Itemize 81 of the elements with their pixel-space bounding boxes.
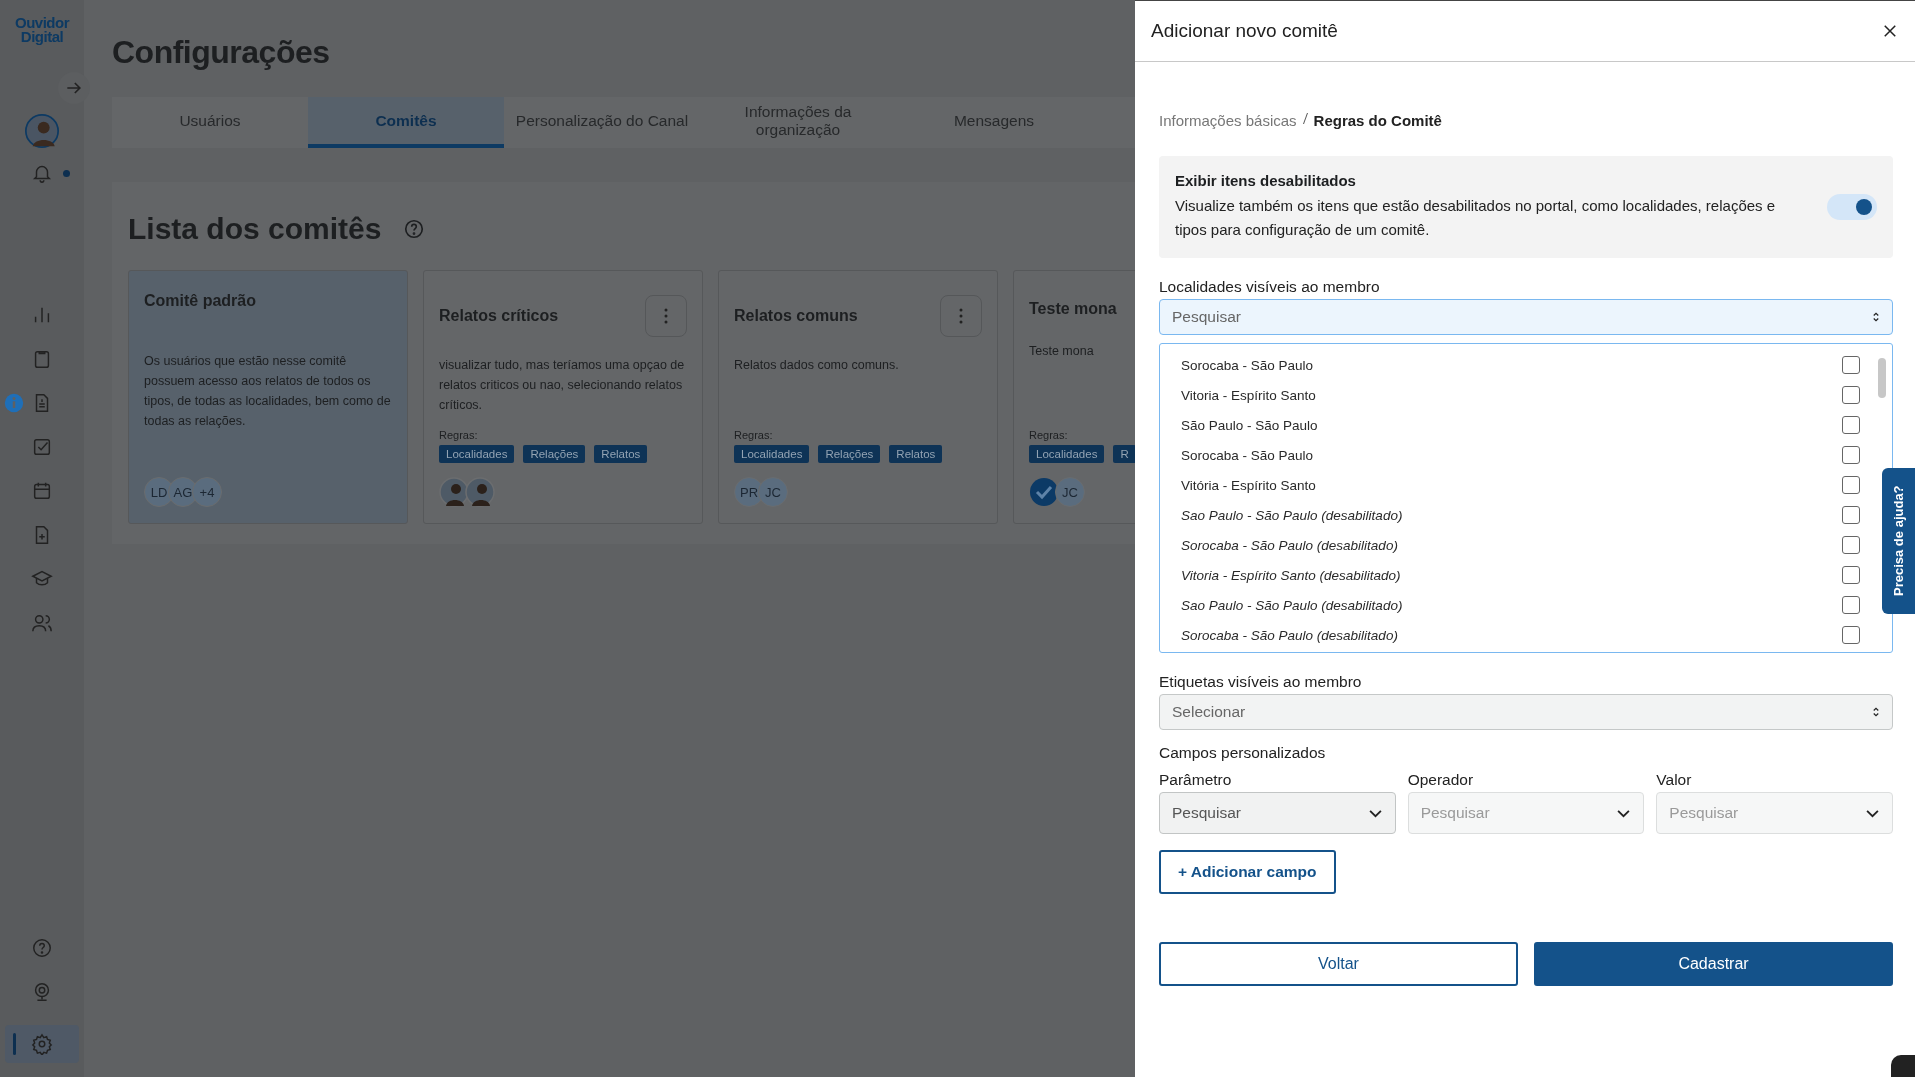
close-icon[interactable] <box>1881 22 1899 40</box>
page-title: Configurações <box>112 34 331 71</box>
rules-label: Regras: <box>439 429 479 441</box>
more-button[interactable] <box>645 295 687 337</box>
user-avatar[interactable] <box>25 114 59 148</box>
rule-tag: Localidades <box>1029 445 1105 463</box>
location-option[interactable]: Sorocaba - São Paulo <box>1181 357 1314 373</box>
select-field[interactable]: Pesquisar <box>1159 792 1396 834</box>
kebab-icon <box>959 308 963 324</box>
breadcrumb-item[interactable]: Informações básicas <box>1159 112 1297 129</box>
rule-tag: Localidades <box>439 445 515 463</box>
chevron-down-icon <box>1367 808 1383 818</box>
card-title: Comitê padrão <box>144 292 256 310</box>
member-avatar: +4 <box>192 477 222 507</box>
card-title: Relatos comuns <box>734 307 858 325</box>
back-button[interactable]: Voltar <box>1159 942 1518 986</box>
rule-tag: Relatos <box>594 445 648 463</box>
location-option[interactable]: São Paulo - São Paulo <box>1181 417 1318 433</box>
sort-icon <box>1872 311 1880 323</box>
settings-icon[interactable] <box>31 1033 53 1055</box>
member-avatar: JC <box>1055 477 1085 507</box>
chevron-down-icon <box>1865 808 1880 818</box>
field-label: Etiquetas visíveis ao membro <box>1159 673 1363 691</box>
breadcrumb-item[interactable]: Regras do Comitê <box>1313 112 1442 129</box>
member-avatar <box>1029 477 1059 507</box>
committee-card[interactable]: Relatos comuns Relatos dados como comuns. Regras: Localidades Relações Relatos PR JC <box>718 270 998 524</box>
rule-tag: Relações <box>818 445 881 463</box>
help-icon[interactable] <box>31 937 53 959</box>
location-option[interactable]: Sorocaba - São Paulo <box>1181 447 1314 463</box>
rule-tag: Relações <box>523 445 586 463</box>
rule-tag: R <box>1113 445 1135 463</box>
rule-tag: Relatos <box>889 445 943 463</box>
submit-button[interactable]: Cadastrar <box>1534 942 1893 986</box>
member-avatar: JC <box>758 477 788 507</box>
search-select[interactable]: Pesquisar <box>1159 299 1893 335</box>
option-title: Exibir itens desabilitados <box>1175 172 1357 189</box>
card-title: Teste mona <box>1029 300 1117 318</box>
chevron-down-icon <box>1616 808 1632 818</box>
checkbox[interactable] <box>1842 416 1860 434</box>
field-label: Operador <box>1407 771 1475 789</box>
rule-tag: Localidades <box>734 445 810 463</box>
rules-label: Regras: <box>1029 429 1069 441</box>
card-description: Relatos dados como comuns. <box>734 357 900 374</box>
card-description: Os usuários que estão nesse comitê possuem acesso aos relatos de todos os tipos, de todas as localidades, bem como de todas as relações. <box>144 353 392 430</box>
committee-card[interactable]: Teste mona Teste mona Regras: Localidades R JC <box>1013 270 1135 524</box>
help-icon[interactable] <box>403 218 426 240</box>
option-description: Visualize também os itens que estão desabilitados no portal, como localidades, relações e tipos para configuração de um comitê. <box>1175 196 1777 240</box>
checkbox[interactable] <box>1842 356 1860 374</box>
calendar-icon[interactable] <box>31 480 53 502</box>
checkbox[interactable] <box>1842 386 1860 404</box>
drawer-title: Adicionar novo comitê <box>1151 20 1338 42</box>
list-title: Lista dos comitês <box>128 212 382 246</box>
section-label: Campos personalizados <box>1159 744 1327 762</box>
member-avatar <box>465 477 495 507</box>
field-label: Parâmetro <box>1159 771 1233 789</box>
card-title: Relatos críticos <box>439 307 559 325</box>
location-option[interactable]: Vitória - Espírito Santo <box>1181 477 1316 493</box>
member-avatar <box>439 477 469 507</box>
info-icon[interactable] <box>4 393 24 413</box>
users-icon[interactable] <box>31 612 53 634</box>
field-label: Localidades visíveis ao membro <box>1159 278 1381 296</box>
committee-card[interactable]: Relatos críticos visualizar tudo, mas teríamos uma opçao de relatos criticos ou nao, selecionando relatos críticos. Regras: Localidades Relações Relatos <box>423 270 703 524</box>
add-field-button[interactable]: + Adicionar campo <box>1159 850 1336 894</box>
logo: Ouvidor Digital <box>15 16 69 44</box>
location-option[interactable]: Vitoria - Espírito Santo <box>1181 387 1316 403</box>
field-label: Valor <box>1656 771 1693 789</box>
check-icon[interactable] <box>31 436 53 458</box>
card-description: visualizar tudo, mas teríamos uma opçao de relatos criticos ou nao, selecionando relatos críticos. <box>439 357 686 414</box>
rules-label: Regras: <box>734 429 774 441</box>
toggle-switch[interactable] <box>1827 194 1877 220</box>
select-field[interactable]: Selecionar <box>1159 694 1893 730</box>
more-button[interactable] <box>940 295 982 337</box>
scrollbar[interactable] <box>1878 358 1886 398</box>
sort-icon <box>1872 706 1880 718</box>
kebab-icon <box>664 308 668 324</box>
selected-nav-item[interactable] <box>5 1025 79 1063</box>
checkbox[interactable] <box>1842 446 1860 464</box>
help-tab[interactable]: Precisa de ajuda? <box>1882 468 1915 614</box>
card-description: Teste mona <box>1029 343 1095 360</box>
chat-button[interactable] <box>1891 1055 1915 1077</box>
checkbox[interactable] <box>1842 476 1860 494</box>
